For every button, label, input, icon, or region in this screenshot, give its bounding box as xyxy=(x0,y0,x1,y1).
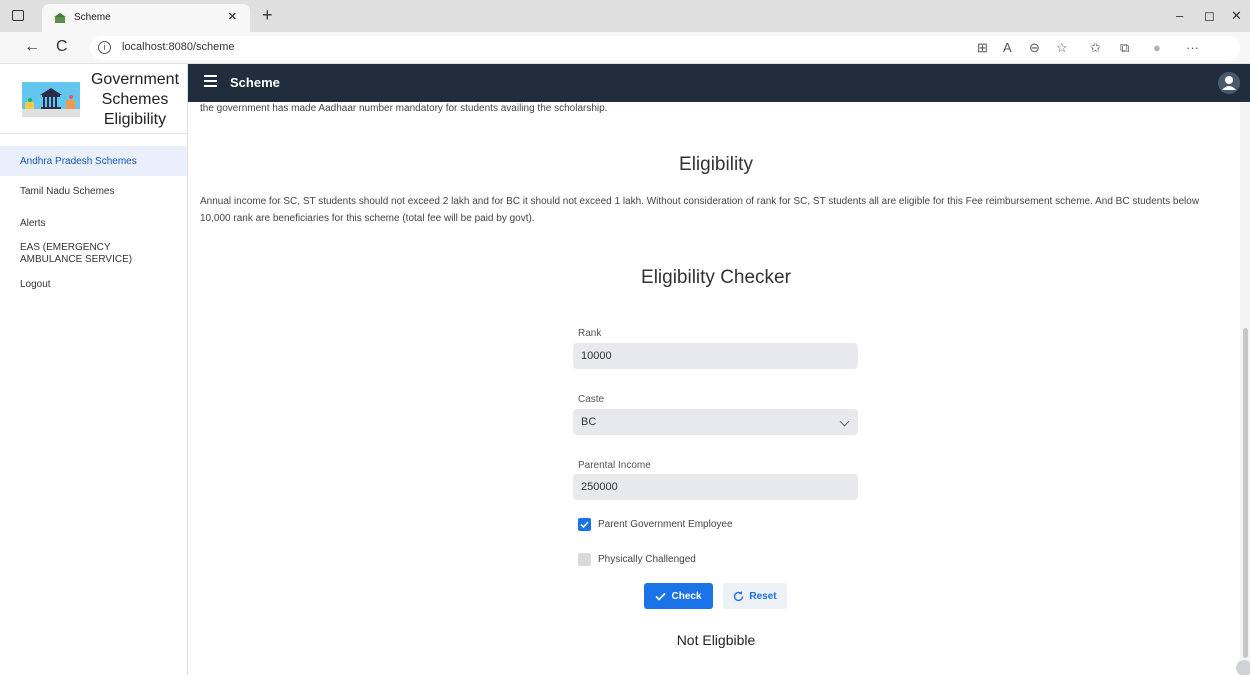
menu-icon[interactable] xyxy=(204,75,217,87)
income-input[interactable]: 250000 xyxy=(573,474,858,500)
sidebar-item-label: Tamil Nadu Schemes xyxy=(20,185,115,197)
info-icon[interactable]: i xyxy=(98,41,111,54)
sidebar-item-label: Logout xyxy=(20,278,51,290)
physically-challenged-checkbox[interactable] xyxy=(578,553,591,566)
check-button[interactable]: Check xyxy=(644,583,713,609)
sidebar-item-eas[interactable]: EAS (EMERGENCY AMBULANCE SERVICE) xyxy=(0,239,187,269)
page-title: Scheme xyxy=(230,75,280,90)
sidebar-item-label: Andhra Pradesh Schemes xyxy=(20,155,137,167)
more-menu-icon[interactable]: ··· xyxy=(1186,40,1199,55)
reset-button[interactable]: Reset xyxy=(723,583,787,609)
physically-challenged-label: Physically Challenged xyxy=(598,554,696,565)
sidebar-item-alerts[interactable]: Alerts xyxy=(0,212,187,234)
caste-label: Caste xyxy=(578,394,605,405)
brand-line: Schemes xyxy=(101,91,169,108)
tab-close-icon[interactable]: × xyxy=(228,9,237,25)
tab-title: Scheme xyxy=(74,12,111,23)
url-text: localhost:8080/scheme xyxy=(122,41,235,53)
brand-line: Eligibility xyxy=(103,111,167,128)
zoom-icon[interactable]: ⊖ xyxy=(1029,40,1040,56)
profile-icon[interactable]: ● xyxy=(1153,40,1161,55)
brand-line: Government xyxy=(90,71,180,88)
rank-label: Rank xyxy=(578,328,602,339)
restore-icon[interactable]: ◻ xyxy=(1204,8,1215,24)
eligibility-text: Annual income for SC, ST students should… xyxy=(200,196,1200,224)
favicon-icon xyxy=(54,13,66,23)
caste-select[interactable]: BC xyxy=(573,409,858,435)
sidebar-item-andhra-pradesh[interactable]: Andhra Pradesh Schemes xyxy=(0,146,187,176)
address-bar-row: ← C i localhost:8080/scheme ⊞ A ⊖ ☆ ✩ ⧉ … xyxy=(0,32,1250,64)
app-topbar: Scheme xyxy=(188,64,1250,102)
sidebar-item-label: Alerts xyxy=(20,217,46,229)
sidebar-item-tamil-nadu[interactable]: Tamil Nadu Schemes xyxy=(0,180,187,202)
checker-heading: Eligibility Checker xyxy=(641,267,791,288)
tab-actions-icon[interactable] xyxy=(12,10,24,21)
government-building-logo xyxy=(22,82,80,117)
browser-tab-bar: Scheme × + – ◻ ✕ xyxy=(0,0,1250,32)
new-tab-button[interactable]: + xyxy=(262,5,273,25)
page-scrollbar[interactable] xyxy=(1240,102,1250,675)
intro-text: the government has made Aadhaar number m… xyxy=(200,103,608,114)
read-aloud-icon[interactable]: A xyxy=(1003,40,1012,55)
chevron-down-icon xyxy=(839,416,850,427)
sidebar-item-logout[interactable]: Logout xyxy=(0,273,187,295)
reset-button-label: Reset xyxy=(749,590,777,602)
close-window-icon[interactable]: ✕ xyxy=(1231,8,1242,24)
eligibility-result: Not Eligbible xyxy=(676,632,756,648)
refresh-icon[interactable]: C xyxy=(56,39,68,55)
user-avatar-icon[interactable] xyxy=(1218,72,1240,94)
check-button-label: Check xyxy=(671,590,702,602)
url-field[interactable]: i localhost:8080/scheme ⊞ A ⊖ ☆ ✩ ⧉ ● ··… xyxy=(90,36,1240,60)
favorites-list-icon[interactable]: ✩ xyxy=(1090,40,1101,56)
sidebar: Government Schemes Eligibility Andhra Pr… xyxy=(0,64,188,675)
eligibility-heading: Eligibility xyxy=(679,154,753,175)
caste-selected-value: BC xyxy=(581,416,597,428)
checkmark-icon xyxy=(655,592,667,601)
minimize-icon[interactable]: – xyxy=(1176,8,1183,23)
check-icon xyxy=(580,521,589,529)
grid-icon[interactable]: ⊞ xyxy=(977,40,988,56)
back-icon[interactable]: ← xyxy=(24,39,40,55)
rank-input[interactable]: 10000 xyxy=(573,343,858,369)
brand: Government Schemes Eligibility xyxy=(0,64,187,134)
parent-government-checkbox[interactable] xyxy=(578,518,591,531)
collections-icon[interactable]: ⧉ xyxy=(1120,40,1129,56)
browser-tab[interactable]: Scheme × xyxy=(42,4,250,32)
brand-title: Government Schemes Eligibility xyxy=(86,70,184,130)
refresh-icon xyxy=(734,590,744,601)
parent-government-label: Parent Government Employee xyxy=(598,519,733,530)
scrollbar-thumb[interactable] xyxy=(1243,328,1248,658)
favorite-icon[interactable]: ☆ xyxy=(1056,40,1068,56)
sidebar-item-label: EAS (EMERGENCY AMBULANCE SERVICE) xyxy=(20,242,133,265)
income-label: Parental Income xyxy=(578,460,651,471)
corner-widget-icon[interactable] xyxy=(1236,660,1250,675)
